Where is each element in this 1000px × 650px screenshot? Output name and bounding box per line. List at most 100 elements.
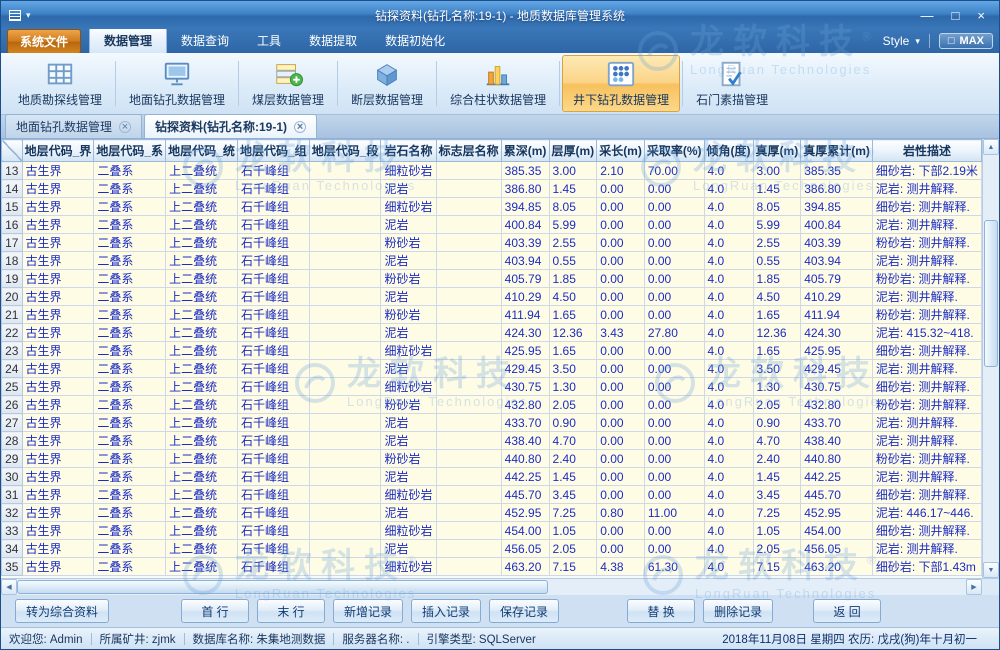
max-button[interactable]: □ MAX: [939, 33, 993, 49]
grid-cell[interactable]: 1.65: [549, 342, 597, 360]
grid-cell[interactable]: 0.00: [597, 378, 645, 396]
grid-cell[interactable]: 4.70: [753, 432, 801, 450]
grid-cell[interactable]: 400.84: [801, 216, 873, 234]
grid-cell[interactable]: 2.10: [597, 162, 645, 180]
grid-cell[interactable]: 0.00: [597, 360, 645, 378]
grid-cell[interactable]: 424.30: [501, 324, 549, 342]
column-header-6[interactable]: 标志层名称: [436, 140, 501, 162]
grid-cell[interactable]: 古生界: [22, 396, 94, 414]
grid-cell[interactable]: [436, 540, 501, 558]
grid-cell[interactable]: 456.05: [501, 540, 549, 558]
grid-cell[interactable]: 上二叠统: [166, 468, 238, 486]
grid-cell[interactable]: 粉砂岩: 测井解释.: [872, 306, 981, 324]
scroll-left-icon[interactable]: ◀: [1, 579, 17, 595]
row-number[interactable]: 21: [2, 306, 23, 324]
grid-cell[interactable]: 二叠系: [94, 468, 166, 486]
scroll-up-icon[interactable]: ▲: [983, 139, 999, 155]
row-number[interactable]: 26: [2, 396, 23, 414]
grid-cell[interactable]: 泥岩: [381, 432, 436, 450]
grid-cell[interactable]: 386.80: [801, 180, 873, 198]
grid-cell[interactable]: 二叠系: [94, 378, 166, 396]
system-file-button[interactable]: 系统文件: [7, 29, 81, 54]
grid-cell[interactable]: 433.70: [801, 414, 873, 432]
grid-cell[interactable]: 452.95: [501, 504, 549, 522]
grid-cell[interactable]: [309, 360, 381, 378]
grid-cell[interactable]: 泥岩: [381, 540, 436, 558]
grid-cell[interactable]: 385.35: [801, 162, 873, 180]
ribbon-tab-2[interactable]: 工具: [243, 28, 295, 53]
grid-cell[interactable]: 4.70: [549, 432, 597, 450]
grid-cell[interactable]: 4.0: [704, 414, 753, 432]
grid-cell[interactable]: 二叠系: [94, 216, 166, 234]
ribbon-tab-3[interactable]: 数据提取: [295, 28, 371, 53]
grid-cell[interactable]: 1.45: [549, 468, 597, 486]
grid-cell[interactable]: [436, 468, 501, 486]
grid-cell[interactable]: [309, 450, 381, 468]
grid-cell[interactable]: 泥岩: [381, 414, 436, 432]
grid-cell[interactable]: 454.00: [801, 522, 873, 540]
close-button[interactable]: ×: [977, 9, 985, 22]
grid-cell[interactable]: 上二叠统: [166, 216, 238, 234]
grid-cell[interactable]: 泥岩: [381, 468, 436, 486]
grid-cell[interactable]: 泥岩: [381, 360, 436, 378]
tool-column-data-mgmt[interactable]: 综合柱状数据管理: [439, 55, 557, 112]
row-number[interactable]: 14: [2, 180, 23, 198]
grid-cell[interactable]: [309, 468, 381, 486]
grid-cell[interactable]: 452.95: [801, 504, 873, 522]
grid-cell[interactable]: 古生界: [22, 198, 94, 216]
grid-cell[interactable]: 403.94: [801, 252, 873, 270]
grid-cell[interactable]: [436, 198, 501, 216]
tool-sketch-mgmt[interactable]: 石门素描管理: [685, 55, 779, 112]
grid-cell[interactable]: 405.79: [801, 270, 873, 288]
column-header-8[interactable]: 层厚(m): [549, 140, 597, 162]
convert-to-composite-button[interactable]: 转为综合资料: [15, 599, 109, 623]
grid-cell[interactable]: 细砂岩: 测井解释.: [872, 198, 981, 216]
horizontal-scrollbar[interactable]: ◀ ▶: [1, 579, 982, 595]
grid-cell[interactable]: [309, 432, 381, 450]
grid-cell[interactable]: 0.00: [644, 198, 704, 216]
row-number[interactable]: 29: [2, 450, 23, 468]
grid-cell[interactable]: 上二叠统: [166, 306, 238, 324]
grid-cell[interactable]: 二叠系: [94, 558, 166, 576]
grid-cell[interactable]: 粉砂岩: 测井解释.: [872, 396, 981, 414]
grid-cell[interactable]: 泥岩: 测井解释.: [872, 468, 981, 486]
grid-cell[interactable]: 385.35: [501, 162, 549, 180]
grid-cell[interactable]: 440.80: [501, 450, 549, 468]
grid-cell[interactable]: 12.36: [753, 324, 801, 342]
grid-cell[interactable]: 4.38: [597, 558, 645, 576]
grid-cell[interactable]: 古生界: [22, 162, 94, 180]
grid-cell[interactable]: 440.80: [801, 450, 873, 468]
grid-cell[interactable]: 4.0: [704, 396, 753, 414]
grid-cell[interactable]: 0.00: [597, 414, 645, 432]
grid-cell[interactable]: 石千峰组: [237, 450, 309, 468]
tool-fault-data-mgmt[interactable]: 断层数据管理: [340, 55, 434, 112]
grid-cell[interactable]: 二叠系: [94, 324, 166, 342]
grid-cell[interactable]: 432.80: [501, 396, 549, 414]
grid-cell[interactable]: 0.80: [597, 504, 645, 522]
ribbon-tab-4[interactable]: 数据初始化: [371, 28, 459, 53]
grid-cell[interactable]: [436, 432, 501, 450]
grid-cell[interactable]: 1.45: [549, 180, 597, 198]
grid-cell[interactable]: [309, 324, 381, 342]
grid-cell[interactable]: 二叠系: [94, 396, 166, 414]
grid-cell[interactable]: 4.0: [704, 486, 753, 504]
grid-cell[interactable]: 0.00: [597, 306, 645, 324]
column-header-3[interactable]: 地层代码_组: [237, 140, 309, 162]
grid-cell[interactable]: 7.15: [549, 558, 597, 576]
grid-cell[interactable]: 0.00: [644, 342, 704, 360]
grid-cell[interactable]: 二叠系: [94, 540, 166, 558]
grid-cell[interactable]: 石千峰组: [237, 360, 309, 378]
grid-cell[interactable]: 石千峰组: [237, 288, 309, 306]
grid-cell[interactable]: 1.65: [549, 306, 597, 324]
grid-cell[interactable]: 0.00: [644, 216, 704, 234]
grid-cell[interactable]: 石千峰组: [237, 180, 309, 198]
grid-cell[interactable]: 上二叠统: [166, 414, 238, 432]
grid-cell[interactable]: 二叠系: [94, 486, 166, 504]
grid-cell[interactable]: 上二叠统: [166, 234, 238, 252]
grid-cell[interactable]: 古生界: [22, 252, 94, 270]
grid-cell[interactable]: [309, 504, 381, 522]
row-number[interactable]: 19: [2, 270, 23, 288]
grid-cell[interactable]: 上二叠统: [166, 270, 238, 288]
grid-cell[interactable]: 石千峰组: [237, 468, 309, 486]
grid-cell[interactable]: 4.0: [704, 306, 753, 324]
